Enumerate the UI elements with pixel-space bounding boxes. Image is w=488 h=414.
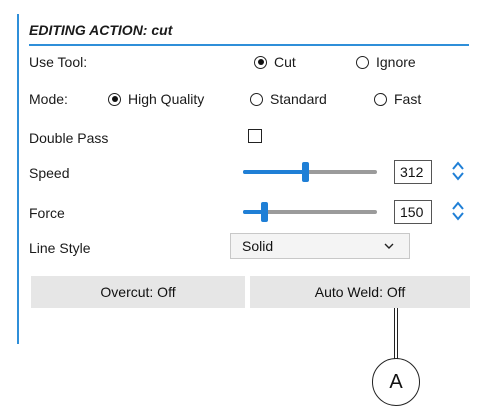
speed-label: Speed — [29, 165, 70, 181]
speed-slider[interactable] — [243, 161, 377, 183]
radio-label: Cut — [274, 54, 296, 70]
radio-unselected-icon — [250, 92, 263, 106]
header-divider — [29, 44, 469, 46]
speed-spinner-icon[interactable] — [451, 160, 465, 182]
radio-unselected-icon — [374, 92, 387, 106]
line-style-label: Line Style — [29, 240, 91, 256]
chevron-down-icon — [384, 243, 394, 249]
use-tool-cut-radio[interactable]: Cut — [254, 54, 296, 70]
callout-label: A — [389, 370, 403, 393]
mode-standard-radio[interactable]: Standard — [250, 91, 327, 107]
overcut-button[interactable]: Overcut: Off — [31, 276, 245, 308]
radio-unselected-icon — [356, 55, 369, 69]
auto-weld-button[interactable]: Auto Weld: Off — [250, 276, 470, 308]
force-value-field[interactable]: 150 — [394, 200, 432, 224]
slider-thumb[interactable] — [261, 202, 268, 222]
callout-marker: A — [372, 358, 420, 406]
slider-fill — [243, 170, 305, 174]
double-pass-checkbox[interactable] — [248, 129, 262, 143]
radio-label: Ignore — [376, 54, 416, 70]
radio-label: High Quality — [128, 91, 205, 107]
mode-fast-radio[interactable]: Fast — [374, 91, 421, 107]
callout-leader-line — [394, 308, 398, 360]
mode-label: Mode: — [29, 91, 68, 107]
radio-label: Standard — [270, 91, 327, 107]
force-spinner-icon[interactable] — [451, 200, 465, 222]
use-tool-label: Use Tool: — [29, 54, 88, 70]
panel-header: EDITING ACTION: cut — [29, 22, 173, 38]
radio-selected-icon — [108, 92, 121, 106]
mode-high-quality-radio[interactable]: High Quality — [108, 91, 204, 107]
radio-selected-icon — [254, 55, 267, 69]
force-slider[interactable] — [243, 201, 377, 223]
speed-value-field[interactable]: 312 — [394, 160, 432, 184]
radio-label: Fast — [394, 91, 422, 107]
double-pass-label: Double Pass — [29, 130, 109, 146]
dropdown-value: Solid — [242, 238, 274, 254]
slider-thumb[interactable] — [302, 162, 309, 182]
line-style-dropdown[interactable]: Solid — [230, 233, 410, 259]
force-label: Force — [29, 205, 65, 221]
use-tool-ignore-radio[interactable]: Ignore — [356, 54, 416, 70]
